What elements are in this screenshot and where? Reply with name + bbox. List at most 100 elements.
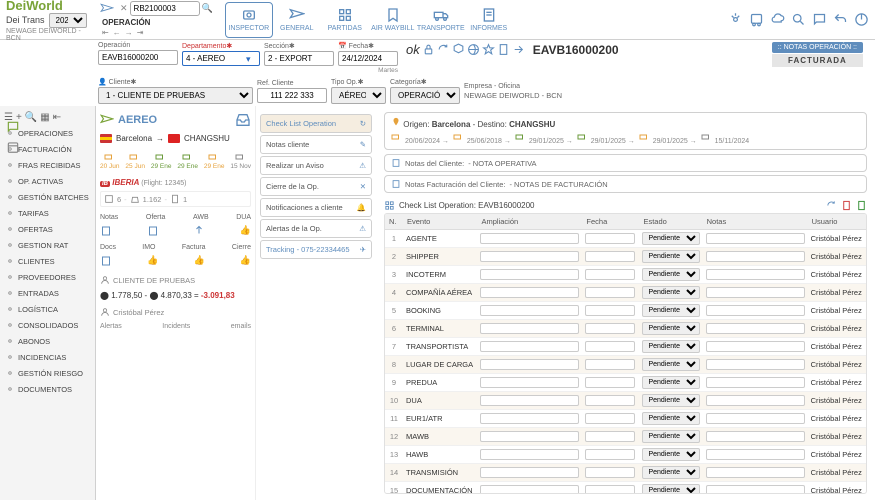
zoom-icon[interactable] bbox=[791, 12, 806, 27]
fecha-input[interactable] bbox=[585, 467, 635, 478]
fecha-input[interactable] bbox=[585, 449, 635, 460]
clear-search-icon[interactable]: ✕ bbox=[120, 3, 128, 14]
collapse-icon[interactable]: ⇤ bbox=[53, 112, 61, 123]
notas-input[interactable] bbox=[706, 395, 805, 406]
ok-lock-icon[interactable] bbox=[422, 43, 435, 56]
incidents-link[interactable]: Incidents bbox=[162, 323, 190, 330]
estado-select[interactable]: Pendiente bbox=[642, 466, 699, 479]
notas-input[interactable] bbox=[706, 305, 805, 316]
th-n[interactable]: N. bbox=[385, 214, 403, 230]
amp-input[interactable] bbox=[480, 251, 579, 262]
fecha-input[interactable] bbox=[585, 233, 635, 244]
th-usuario[interactable]: Usuario bbox=[808, 214, 866, 230]
notas-input[interactable] bbox=[706, 269, 805, 280]
ok-doc-icon[interactable] bbox=[497, 43, 510, 56]
amp-input[interactable] bbox=[480, 467, 579, 478]
estado-select[interactable]: Pendiente bbox=[642, 484, 699, 494]
ok-export-icon[interactable] bbox=[512, 43, 525, 56]
awb-ico[interactable] bbox=[193, 225, 205, 237]
amp-input[interactable] bbox=[480, 431, 579, 442]
cierre-thumb[interactable]: 👍 bbox=[240, 255, 251, 267]
amp-input[interactable] bbox=[480, 413, 579, 424]
sidebar-item[interactable]: PROVEEDORES bbox=[0, 269, 95, 285]
excel-icon[interactable] bbox=[856, 200, 867, 211]
dua-thumb-icon[interactable]: 👍 bbox=[240, 225, 251, 237]
estado-select[interactable]: Pendiente bbox=[642, 286, 699, 299]
ok-star-icon[interactable] bbox=[482, 43, 495, 56]
amp-input[interactable] bbox=[480, 287, 579, 298]
ant-icon[interactable] bbox=[728, 12, 743, 27]
inbox-icon[interactable] bbox=[235, 112, 251, 128]
nav-informes[interactable]: INFORMES bbox=[465, 2, 513, 38]
cliente-select[interactable]: 1 - CLIENTE DE PRUEBAS bbox=[98, 87, 253, 104]
operacion-input[interactable] bbox=[98, 50, 178, 65]
notas-input[interactable] bbox=[706, 341, 805, 352]
amp-input[interactable] bbox=[480, 341, 579, 352]
ok-globe-icon[interactable] bbox=[467, 43, 480, 56]
sidebar-item[interactable]: DOCUMENTOS bbox=[0, 381, 95, 397]
cloud-icon[interactable] bbox=[770, 12, 785, 27]
bus-icon[interactable] bbox=[749, 12, 764, 27]
float-chat-icon[interactable] bbox=[6, 120, 20, 134]
emails-link[interactable]: emails bbox=[231, 323, 251, 330]
nav-partidas[interactable]: PARTIDAS bbox=[321, 2, 369, 38]
chat-icon[interactable] bbox=[812, 12, 827, 27]
refcliente-input[interactable] bbox=[257, 88, 327, 103]
notas-input[interactable] bbox=[706, 287, 805, 298]
last-icon[interactable]: ⇥ bbox=[137, 28, 144, 37]
fecha-input[interactable] bbox=[338, 51, 398, 66]
prev-icon[interactable]: ← bbox=[113, 28, 121, 37]
sidebar-item[interactable]: GESTION RAT bbox=[0, 237, 95, 253]
notas-input[interactable] bbox=[706, 467, 805, 478]
sidebar-item[interactable]: OP. ACTIVAS bbox=[0, 173, 95, 189]
notas-ico[interactable] bbox=[100, 225, 112, 237]
amp-input[interactable] bbox=[480, 305, 579, 316]
th-estado[interactable]: Estado bbox=[639, 214, 702, 230]
amp-input[interactable] bbox=[480, 449, 579, 460]
fecha-input[interactable] bbox=[585, 305, 635, 316]
sidebar-item[interactable]: TARIFAS bbox=[0, 205, 95, 221]
sidebar-item[interactable]: CONSOLIDADOS bbox=[0, 317, 95, 333]
sidebar-item[interactable]: ENTRADAS bbox=[0, 285, 95, 301]
grid-small-icon[interactable] bbox=[384, 200, 395, 211]
notas-input[interactable] bbox=[706, 233, 805, 244]
tipoop-select[interactable]: AÉREO bbox=[331, 87, 386, 104]
notas-input[interactable] bbox=[706, 323, 805, 334]
imo-thumb[interactable]: 👍 bbox=[147, 255, 158, 267]
action-list-item[interactable]: Alertas de la Op.⚠ bbox=[260, 219, 372, 238]
dropdown-icon[interactable]: ▾ bbox=[246, 54, 251, 65]
search-icon[interactable]: 🔍 bbox=[202, 3, 213, 14]
fecha-input[interactable] bbox=[585, 413, 635, 424]
amp-input[interactable] bbox=[480, 359, 579, 370]
oferta-ico[interactable] bbox=[147, 225, 159, 237]
pdf-icon[interactable] bbox=[841, 200, 852, 211]
sidebar-item[interactable]: INCIDENCIAS bbox=[0, 349, 95, 365]
fecha-input[interactable] bbox=[585, 485, 635, 494]
action-list-item[interactable]: Notas cliente✎ bbox=[260, 135, 372, 154]
amp-input[interactable] bbox=[480, 485, 579, 494]
next-icon[interactable]: → bbox=[125, 28, 133, 37]
notas-input[interactable] bbox=[706, 377, 805, 388]
seccion-input[interactable] bbox=[264, 51, 334, 66]
amp-input[interactable] bbox=[480, 323, 579, 334]
sidebar-item[interactable]: GESTIÓN BATCHES bbox=[0, 189, 95, 205]
ok-cube-icon[interactable] bbox=[452, 43, 465, 56]
sidebar-item[interactable]: LOGÍSTICA bbox=[0, 301, 95, 317]
sidebar-item[interactable]: CLIENTES bbox=[0, 253, 95, 269]
notas-input[interactable] bbox=[706, 431, 805, 442]
fecha-input[interactable] bbox=[585, 395, 635, 406]
fecha-input[interactable] bbox=[585, 359, 635, 370]
sidebar-item[interactable]: OFERTAS bbox=[0, 221, 95, 237]
estado-select[interactable]: Pendiente bbox=[642, 340, 699, 353]
sidebar-item[interactable]: FRAS RECIBIDAS bbox=[0, 157, 95, 173]
th-amp[interactable]: Ampliación bbox=[477, 214, 582, 230]
nav-transporte[interactable]: TRANSPORTE bbox=[417, 2, 465, 38]
estado-select[interactable]: Pendiente bbox=[642, 232, 699, 245]
fecha-input[interactable] bbox=[585, 323, 635, 334]
year-select[interactable]: 2025 bbox=[49, 13, 87, 28]
categoria-select[interactable]: OPERACIÓN bbox=[390, 87, 460, 104]
action-list-item[interactable]: Notificaciones a cliente🔔 bbox=[260, 198, 372, 217]
nav-inspector[interactable]: INSPECTOR bbox=[225, 2, 273, 38]
estado-select[interactable]: Pendiente bbox=[642, 268, 699, 281]
amp-input[interactable] bbox=[480, 233, 579, 244]
